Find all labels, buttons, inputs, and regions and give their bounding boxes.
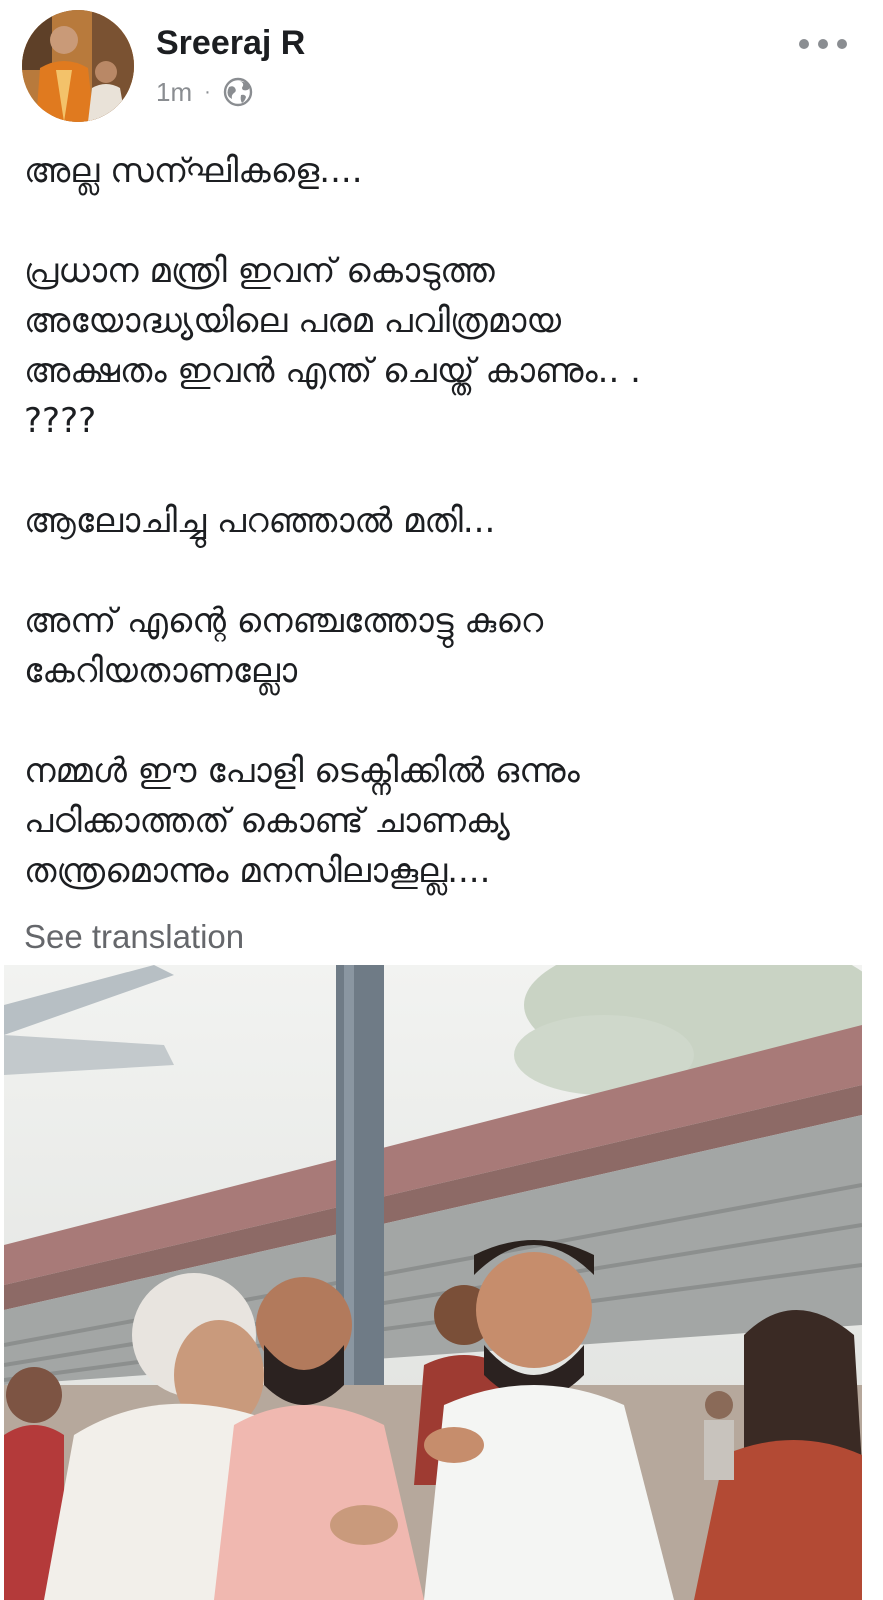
more-dot bbox=[837, 39, 847, 49]
post-paragraph: അല്ല സന്ഘികളെ.... bbox=[24, 151, 363, 191]
avatar[interactable] bbox=[22, 10, 134, 122]
see-translation-link[interactable]: See translation bbox=[24, 918, 244, 956]
more-options-icon[interactable] bbox=[799, 30, 847, 58]
post-paragraph: പ്രധാന മന്ത്രി ഇവന് കൊടുത്ത അയോദ്ധ്യയിലെ… bbox=[24, 251, 641, 441]
globe-icon[interactable] bbox=[223, 77, 253, 107]
post-header: Sreeraj R 1m · bbox=[0, 0, 883, 130]
meta-separator: · bbox=[204, 81, 211, 103]
author-name[interactable]: Sreeraj R bbox=[156, 24, 305, 63]
post-paragraph: അന്ന് എന്റെ നെഞ്ചത്തോട്ടു കുറെ കേറിയതാണല… bbox=[24, 601, 544, 691]
post-paragraph: നമ്മൾ ഈ പോളി ടെക്നിക്കിൽ ഒന്നും പഠിക്കാത… bbox=[24, 751, 580, 891]
post-photo[interactable] bbox=[4, 965, 862, 1600]
post-meta: 1m · bbox=[156, 74, 253, 110]
post-timestamp[interactable]: 1m bbox=[156, 77, 192, 108]
post-paragraph: ആലോചിച്ചു പറഞ്ഞാൽ മതി... bbox=[24, 501, 496, 541]
post-body: അല്ല സന്ഘികളെ.... പ്രധാന മന്ത്രി ഇവന് കൊ… bbox=[24, 146, 860, 896]
more-dot bbox=[799, 39, 809, 49]
more-dot bbox=[818, 39, 828, 49]
